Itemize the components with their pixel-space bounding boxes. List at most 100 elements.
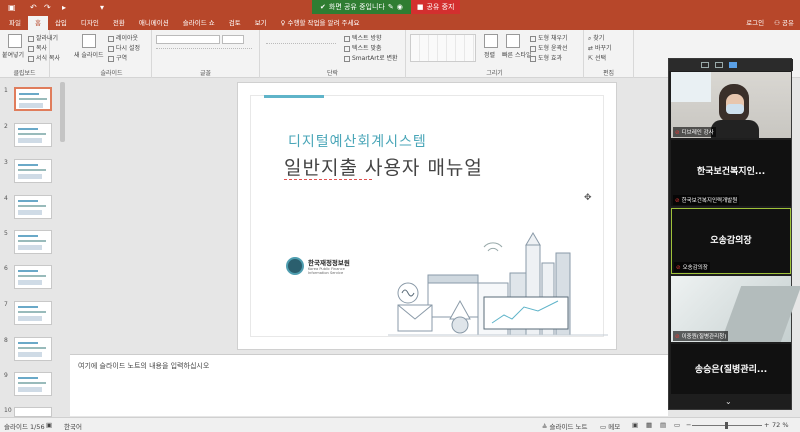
login-link[interactable]: 로그인 xyxy=(746,17,764,27)
notes-toggle-button[interactable]: ≜ 슬라이드 노트 xyxy=(542,421,587,431)
tab-insert[interactable]: 삽입 xyxy=(48,16,74,30)
font-size-box[interactable] xyxy=(222,35,244,44)
customize-quick-access-icon[interactable]: ▾ xyxy=(100,3,104,12)
align-text-button[interactable]: 텍스트 맞춤 xyxy=(344,43,382,52)
section-button[interactable]: 구역 xyxy=(108,53,127,62)
smartart-button[interactable]: SmartArt로 변환 xyxy=(344,53,398,62)
gallery-view-icon[interactable] xyxy=(729,62,737,68)
find-button[interactable]: ⌕ 찾기 xyxy=(588,33,604,43)
chevron-down-icon[interactable]: ⌄ xyxy=(725,397,732,406)
video-tile[interactable]: ⊘ 디브레인 강사 xyxy=(671,72,791,138)
stop-share-button[interactable]: ■ 공유 중지 xyxy=(410,0,461,14)
redo-icon[interactable]: ↷ xyxy=(44,3,51,12)
shape-fill-button[interactable]: 도형 채우기 xyxy=(530,33,568,42)
slide-thumbnail[interactable] xyxy=(14,407,52,417)
slide-thumbnail[interactable] xyxy=(14,265,52,289)
slide-thumbnail[interactable] xyxy=(14,301,52,325)
save-icon[interactable]: ▣ xyxy=(8,3,16,12)
reading-view-icon[interactable]: ▤ xyxy=(660,421,666,429)
tab-file[interactable]: 파일 xyxy=(2,16,28,30)
select-button[interactable]: ⇱ 선택 xyxy=(588,53,606,62)
slide-title-line2[interactable]: 일반지출 사용자 매뉴얼 xyxy=(284,153,483,180)
slide-thumbnail[interactable] xyxy=(14,337,52,361)
slide-thumbnail[interactable] xyxy=(14,372,52,396)
video-tile[interactable]: 송승은(질병관리... xyxy=(671,344,791,394)
tab-animations[interactable]: 애니메이션 xyxy=(132,16,176,30)
new-slide-icon[interactable] xyxy=(82,34,96,48)
slides-group: 새 슬라이드 레이아웃 다시 설정 구역 슬라이드 xyxy=(72,30,152,78)
spellcheck-icon[interactable]: ▣ xyxy=(46,421,52,429)
shape-outline-button[interactable]: 도형 윤곽선 xyxy=(530,43,568,52)
thumbnail-scrollbar[interactable] xyxy=(60,82,65,142)
zoom-out-icon[interactable]: − xyxy=(686,421,691,429)
view-option-icon[interactable] xyxy=(715,62,723,68)
text-direction-button[interactable]: 텍스트 방향 xyxy=(344,33,382,42)
move-cursor-icon: ✥ xyxy=(584,193,592,203)
tab-view[interactable]: 보기 xyxy=(248,16,274,30)
paste-button[interactable]: 붙여넣기 xyxy=(2,50,24,59)
slide-thumbnail[interactable] xyxy=(14,159,52,183)
video-tile[interactable]: 한국보건복지인... ⊘ 한국보건복지인력개발원 xyxy=(671,140,791,206)
zoom-in-icon[interactable]: + xyxy=(764,421,769,429)
layout-button[interactable]: 레이아웃 xyxy=(108,33,138,42)
video-tile[interactable]: ⊘ 이중원(질병관리청) xyxy=(671,276,800,342)
slide-title-line1[interactable]: 디지털예산회계시스템 xyxy=(288,131,427,151)
participant-label: ⊘ 이중원(질병관리청) xyxy=(673,331,729,341)
logo-sub-2: Information Service xyxy=(308,271,344,275)
paste-icon[interactable] xyxy=(8,34,22,48)
list-buttons[interactable] xyxy=(266,35,336,44)
zoom-level[interactable]: 72 % xyxy=(772,421,789,429)
paragraph-group-label: 단락 xyxy=(326,70,339,77)
editing-group: ⌕ 찾기 ⇄ 바꾸기 ⇱ 선택 편집 xyxy=(584,30,634,78)
quick-styles-icon[interactable] xyxy=(506,34,520,48)
undo-icon[interactable]: ↶ xyxy=(30,3,37,12)
format-painter-button[interactable]: 서식 복사 xyxy=(28,53,60,62)
cut-button[interactable]: 잘라내기 xyxy=(28,33,58,42)
tab-home[interactable]: 홈 xyxy=(27,16,48,30)
zoom-slider-handle[interactable] xyxy=(725,422,728,429)
shapes-gallery[interactable] xyxy=(410,34,476,62)
tab-design[interactable]: 디자인 xyxy=(74,16,106,30)
new-slide-button[interactable]: 새 슬라이드 xyxy=(74,50,104,59)
font-format-buttons[interactable] xyxy=(156,48,252,56)
replace-button[interactable]: ⇄ 바꾸기 xyxy=(588,43,612,52)
notes-pane[interactable]: 여기에 슬라이드 노트의 내용을 입력하십시오 xyxy=(70,354,668,416)
slide-thumbnail[interactable] xyxy=(14,123,52,147)
slide-thumbnail-selected[interactable] xyxy=(14,87,52,111)
thumbnail-number: 2 xyxy=(4,123,8,130)
video-tile-active-speaker[interactable]: 오송감의장 ⊘ 오송감의장 xyxy=(671,208,791,274)
share-button[interactable]: ⚇ 공유 xyxy=(774,17,794,27)
slideshow-view-icon[interactable]: ▭ xyxy=(674,421,680,429)
reset-button[interactable]: 다시 설정 xyxy=(108,43,140,52)
tell-me-search[interactable]: ♀ 수행할 작업을 알려 주세요 xyxy=(274,16,367,30)
slide-thumbnail[interactable] xyxy=(14,195,52,219)
stop-icon: ■ xyxy=(416,3,424,11)
slide-thumbnail[interactable] xyxy=(14,230,52,254)
language-indicator[interactable]: 한국어 xyxy=(64,421,82,431)
font-name-box[interactable] xyxy=(156,35,220,44)
slide-count: 슬라이드 1/56 xyxy=(4,423,45,431)
quick-styles-button[interactable]: 빠른 스타일 xyxy=(502,50,532,59)
shape-effects-button[interactable]: 도형 효과 xyxy=(530,53,562,62)
sorter-view-icon[interactable]: ▦ xyxy=(646,421,652,429)
accent-bar xyxy=(264,95,324,98)
thumbnail-number: 1 xyxy=(4,87,8,94)
tab-review[interactable]: 검토 xyxy=(222,16,248,30)
tab-transitions[interactable]: 전환 xyxy=(106,16,132,30)
normal-view-icon[interactable]: ▣ xyxy=(632,421,638,429)
thumbnail-number: 7 xyxy=(4,301,8,308)
slideshow-icon[interactable]: ▸ xyxy=(62,3,66,12)
tab-slideshow[interactable]: 슬라이드 쇼 xyxy=(176,16,222,30)
screen-sharing-indicator[interactable]: ✔ 화면 공유 중입니다 ✎ ◉ xyxy=(312,0,411,14)
organization-logo: 한국재정정보원 Korea Public Finance Information… xyxy=(286,257,350,275)
participant-name: 한국보건복지인... xyxy=(696,167,766,177)
comments-button[interactable]: ▭ 메모 xyxy=(600,421,620,431)
arrange-icon[interactable] xyxy=(484,34,498,48)
arrange-button[interactable]: 정렬 xyxy=(484,50,495,59)
ribbon-tabs: 파일 홈 삽입 디자인 전환 애니메이션 슬라이드 쇼 검토 보기 ♀ 수행할 … xyxy=(0,16,800,30)
clipboard-group-label: 클립보드 xyxy=(13,70,36,77)
slide[interactable]: 디지털예산회계시스템 일반지출 사용자 매뉴얼 ✥ 한국재정정보원 Korea … xyxy=(237,82,617,350)
view-option-icon[interactable] xyxy=(701,62,709,68)
video-call-panel: ⊘ 디브레인 강사 한국보건복지인... ⊘ 한국보건복지인력개발원 오송감의장 ⊘… xyxy=(668,58,800,410)
copy-button[interactable]: 복사 xyxy=(28,43,47,52)
